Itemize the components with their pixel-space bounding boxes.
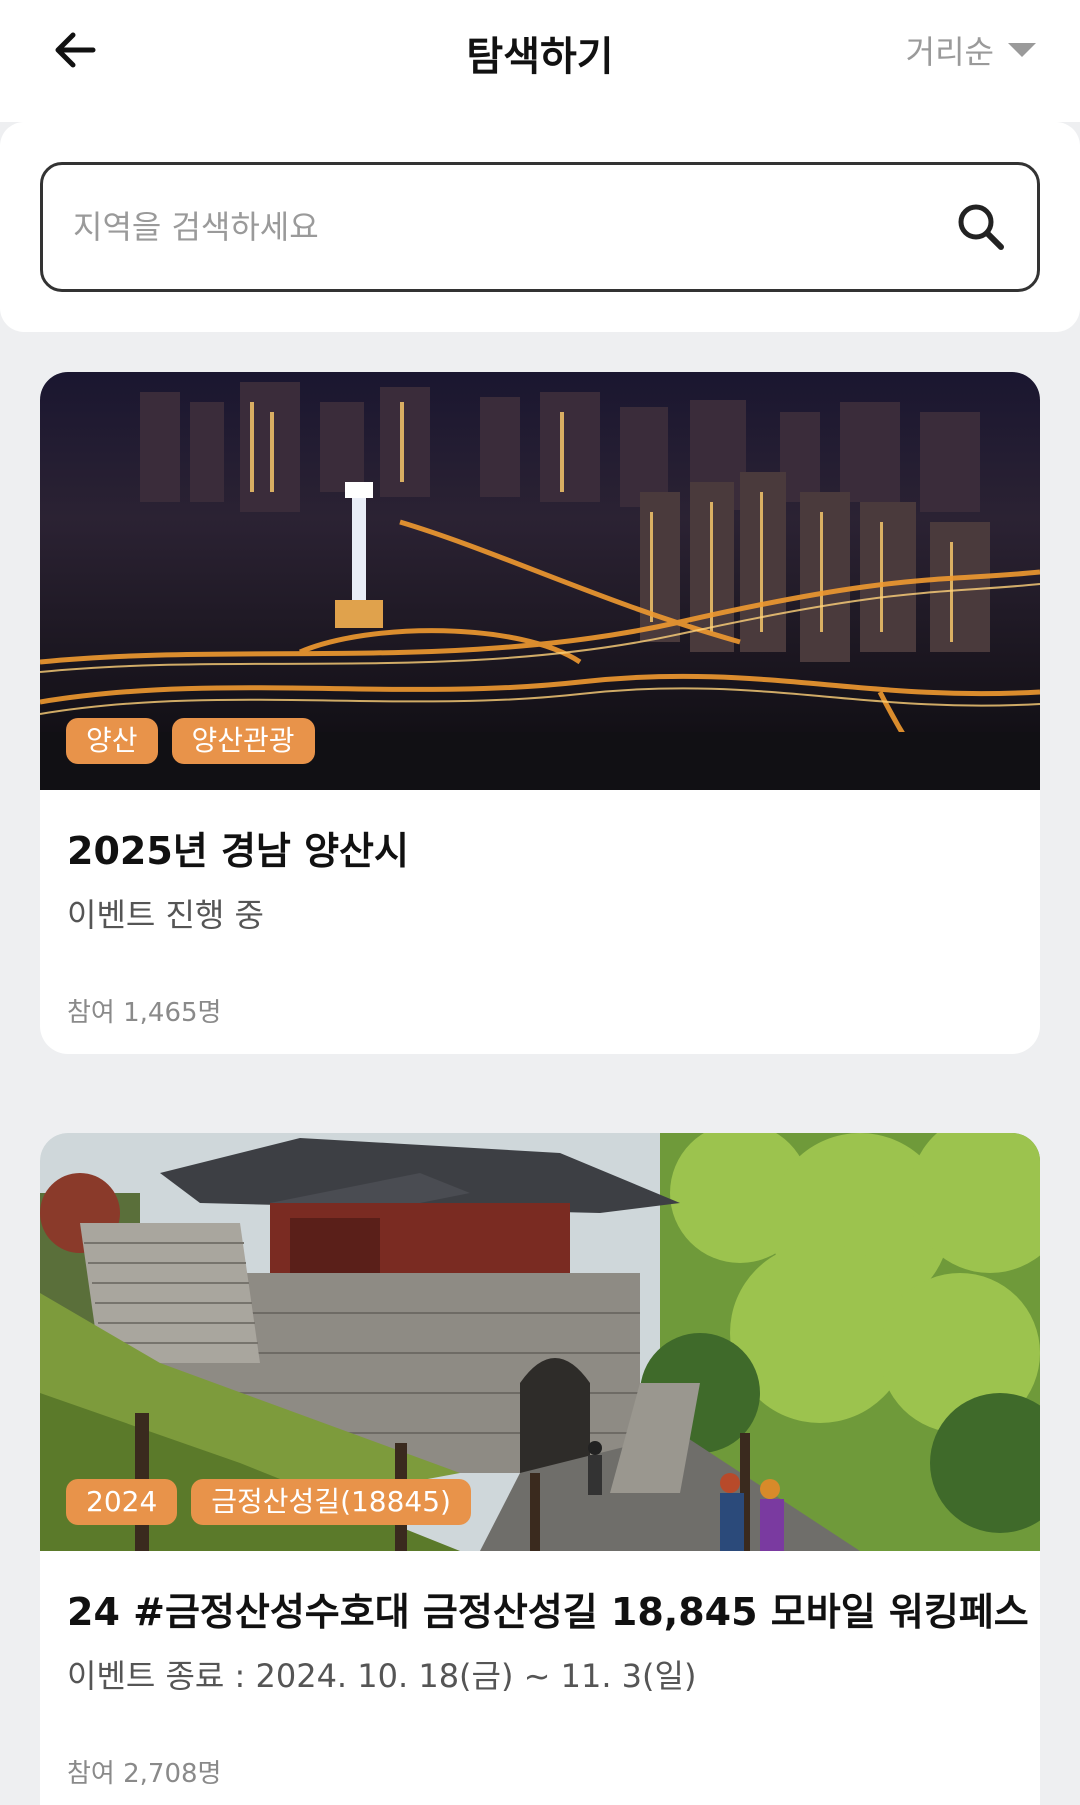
tag-list: 양산 양산관광 (66, 718, 315, 764)
card-title: 24 #금정산성수호대 금정산성길 18,845 모바일 워킹페스 (67, 1590, 1029, 1634)
caret-down-icon (1008, 43, 1036, 57)
tag: 금정산성길(18845) (191, 1479, 471, 1525)
sort-dropdown[interactable]: 거리순 (906, 28, 1036, 72)
tag: 양산관광 (171, 718, 315, 764)
tag: 2024 (66, 1479, 178, 1525)
card-status: 이벤트 진행 중 (67, 896, 264, 934)
participant-count: 참여 1,465명 (67, 998, 222, 1028)
sort-label: 거리순 (905, 33, 994, 71)
search-box[interactable] (40, 162, 1040, 292)
search-icon[interactable] (955, 201, 1007, 253)
event-card[interactable]: 2024 금정산성길(18845) 24 #금정산성수호대 금정산성길 18,8… (40, 1133, 1040, 1805)
search-panel (0, 122, 1080, 332)
card-status: 이벤트 종료 : 2024. 10. 18(금) ~ 11. 3(일) (67, 1657, 697, 1695)
night-city-skyline-image: 양산 양산관광 (40, 372, 1040, 790)
search-input[interactable] (73, 208, 955, 246)
tag-list: 2024 금정산성길(18845) (66, 1479, 471, 1525)
card-title: 2025년 경남 양산시 (67, 829, 409, 873)
fortress-gate-path-image: 2024 금정산성길(18845) (40, 1133, 1040, 1551)
event-card[interactable]: 양산 양산관광 2025년 경남 양산시 이벤트 진행 중 참여 1,465명 (40, 372, 1040, 1054)
tag: 양산 (66, 718, 158, 764)
participant-count: 참여 2,708명 (67, 1759, 222, 1789)
app-header: 탐색하기 거리순 (0, 0, 1080, 122)
